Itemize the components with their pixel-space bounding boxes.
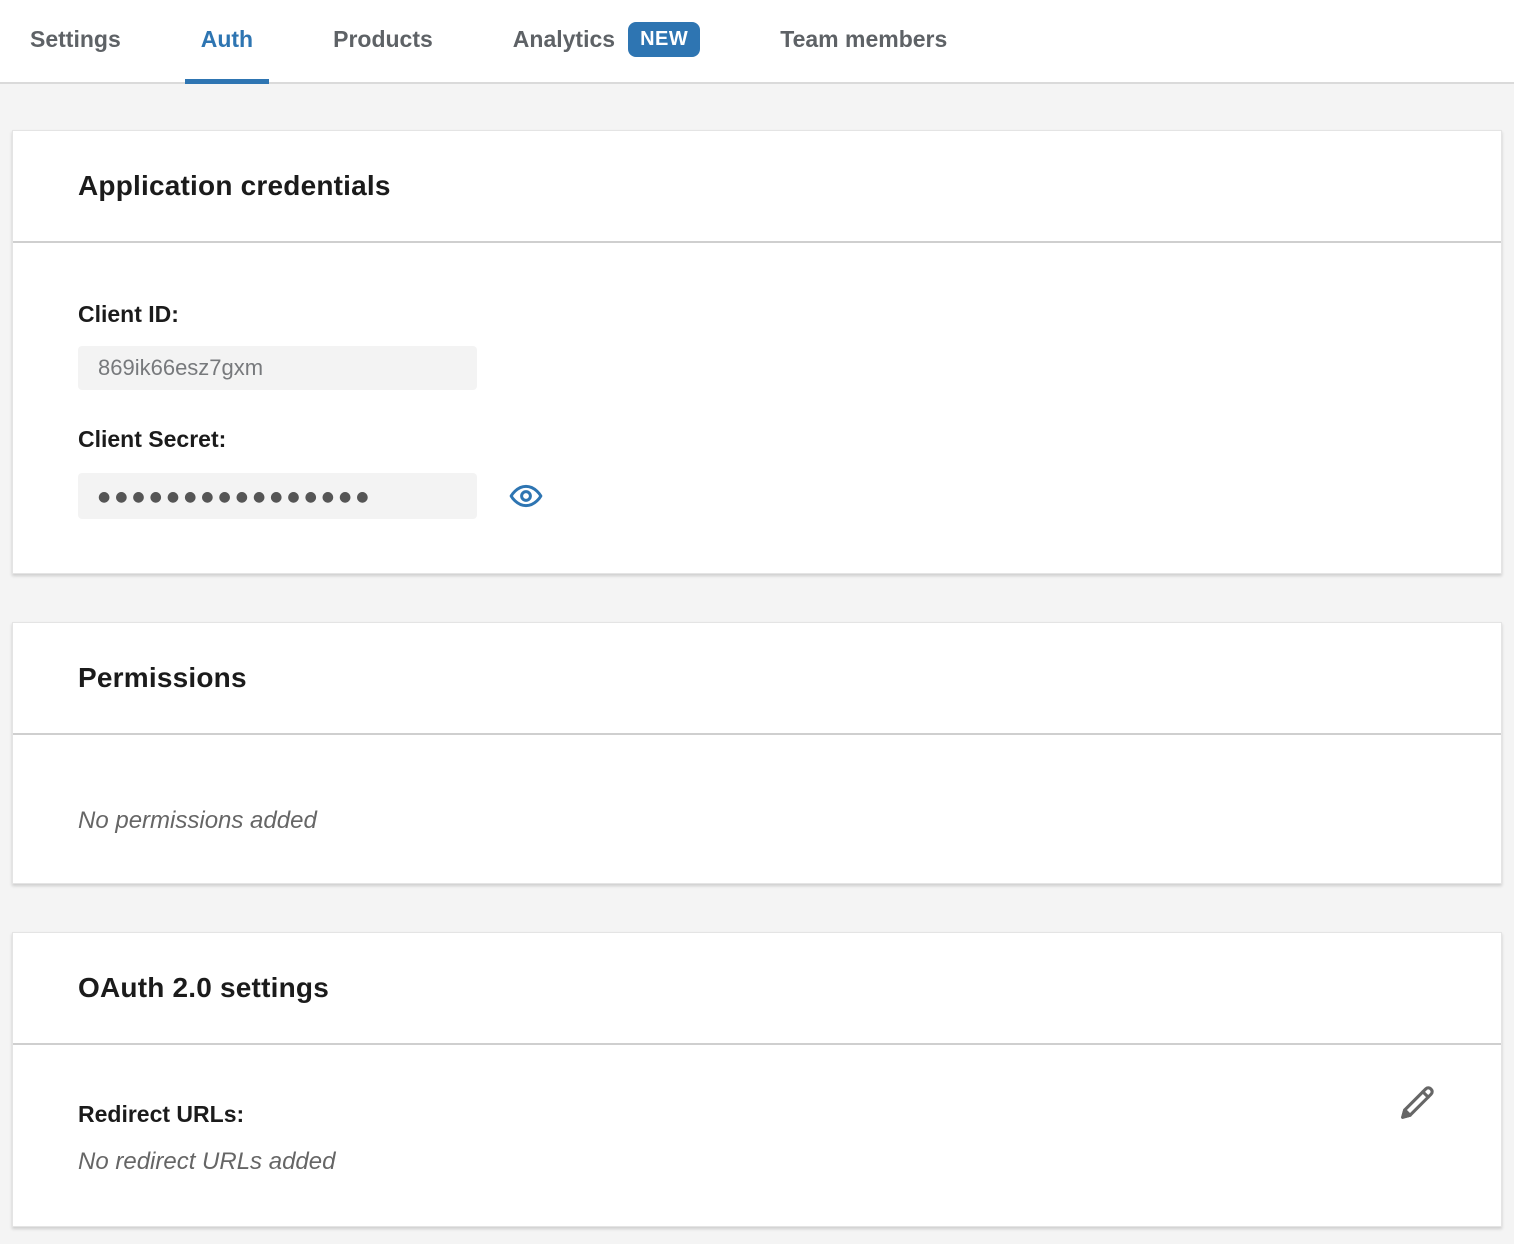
client-id-value: 869ik66esz7gxm xyxy=(98,355,263,381)
permissions-empty-text: No permissions added xyxy=(78,807,1436,835)
client-secret-label: Client Secret: xyxy=(78,426,1436,453)
tab-settings[interactable]: Settings xyxy=(14,0,137,84)
application-credentials-title: Application credentials xyxy=(78,170,391,202)
reveal-secret-button[interactable] xyxy=(509,479,543,513)
tab-auth-label: Auth xyxy=(201,26,253,53)
edit-redirect-urls-button[interactable] xyxy=(1395,1081,1439,1125)
client-secret-masked-value: ●●●●●●●●●●●●●●●● xyxy=(98,490,373,504)
client-id-field[interactable]: 869ik66esz7gxm xyxy=(78,346,477,390)
tab-products[interactable]: Products xyxy=(317,0,449,84)
redirect-urls-empty-text: No redirect URLs added xyxy=(78,1148,1436,1176)
tab-analytics-label: Analytics xyxy=(513,26,615,53)
redirect-urls-label: Redirect URLs: xyxy=(78,1101,1436,1128)
oauth-settings-title: OAuth 2.0 settings xyxy=(78,972,329,1004)
tab-auth[interactable]: Auth xyxy=(185,0,269,84)
client-secret-field[interactable]: ●●●●●●●●●●●●●●●● xyxy=(78,473,477,519)
application-credentials-body: Client ID: 869ik66esz7gxm Client Secret:… xyxy=(13,243,1501,573)
eye-icon xyxy=(509,479,543,513)
page-content: Application credentials Client ID: 869ik… xyxy=(12,130,1502,1227)
oauth-settings-body: Redirect URLs: No redirect URLs added xyxy=(13,1045,1501,1226)
tab-team-members[interactable]: Team members xyxy=(764,0,963,84)
permissions-body: No permissions added xyxy=(13,735,1501,883)
application-credentials-card: Application credentials Client ID: 869ik… xyxy=(12,130,1502,574)
tab-team-members-label: Team members xyxy=(780,26,947,53)
permissions-card: Permissions No permissions added xyxy=(12,622,1502,884)
client-id-label: Client ID: xyxy=(78,301,1436,328)
tab-products-label: Products xyxy=(333,26,433,53)
tab-analytics[interactable]: Analytics NEW xyxy=(497,0,716,84)
pencil-icon xyxy=(1395,1081,1439,1125)
oauth-settings-header: OAuth 2.0 settings xyxy=(13,933,1501,1045)
application-credentials-header: Application credentials xyxy=(13,131,1501,243)
permissions-title: Permissions xyxy=(78,662,247,694)
permissions-header: Permissions xyxy=(13,623,1501,735)
new-badge: NEW xyxy=(628,22,700,57)
client-secret-row: ●●●●●●●●●●●●●●●● xyxy=(78,473,1436,519)
tab-settings-label: Settings xyxy=(30,26,121,53)
oauth-settings-card: OAuth 2.0 settings Redirect URLs: No red… xyxy=(12,932,1502,1227)
tab-bar: Settings Auth Products Analytics NEW Tea… xyxy=(0,0,1514,84)
